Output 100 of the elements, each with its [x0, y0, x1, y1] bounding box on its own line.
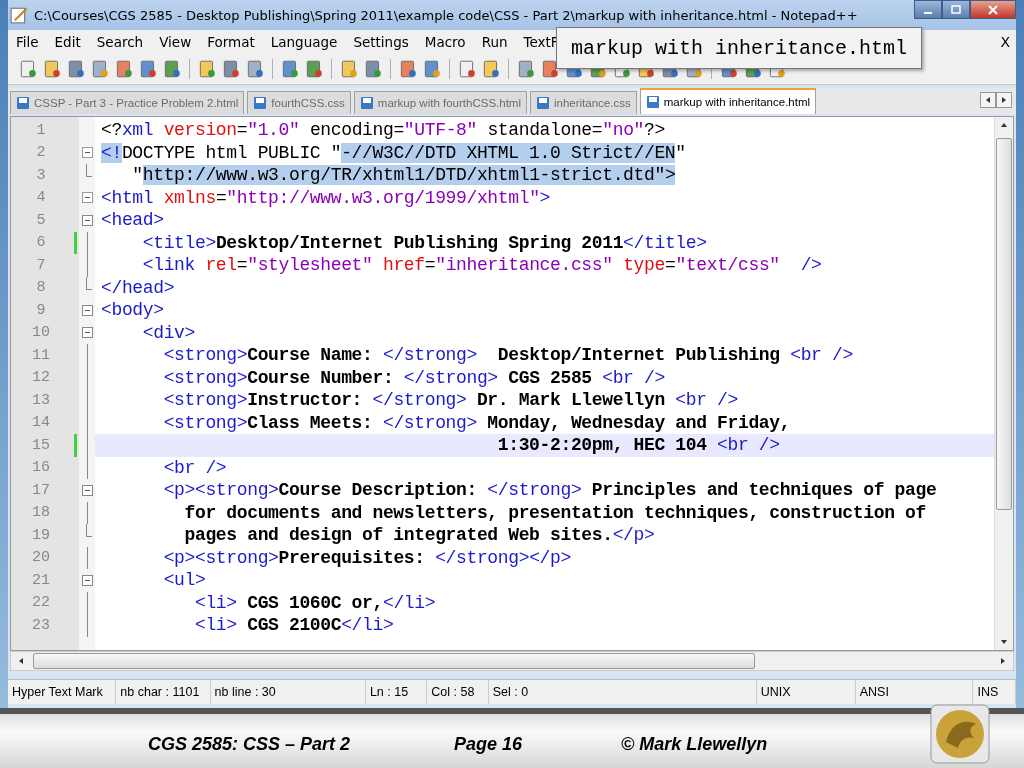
line-number: 2 — [35, 144, 47, 162]
toolbar-icon[interactable] — [422, 59, 442, 79]
code-line: <head> — [100, 209, 165, 232]
down-arrow-icon[interactable] — [1000, 638, 1008, 646]
code-line: <!DOCTYPE html PUBLIC "-//W3C//DTD XHTML 1.0 Strict//EN" — [100, 141, 687, 164]
file-tab[interactable]: CSSP - Part 3 - Practice Problem 2.html — [10, 91, 245, 114]
fold-toggle-icon[interactable] — [81, 574, 93, 586]
code-line: <div> — [141, 321, 196, 344]
code-line: <link rel="stylesheet" href="inheritance.css" type="text/css" /> — [141, 254, 823, 277]
menu-item[interactable]: Format — [199, 34, 263, 50]
toolbar-icon[interactable] — [363, 59, 383, 79]
toolbar-icon[interactable] — [66, 59, 86, 79]
toolbar-icon[interactable] — [457, 59, 477, 79]
code-line: <br /> — [162, 456, 228, 479]
line-number: 19 — [31, 526, 51, 544]
toolbar-icon[interactable] — [280, 59, 300, 79]
fold-toggle-icon[interactable] — [81, 147, 93, 159]
line-number: 16 — [31, 459, 51, 477]
toolbar-icon[interactable] — [90, 59, 110, 79]
status-field: Sel : 0 — [488, 680, 757, 704]
line-number: 3 — [35, 166, 47, 184]
right-arrow-icon — [1000, 96, 1008, 104]
up-arrow-icon[interactable] — [1000, 121, 1008, 129]
menu-item[interactable]: Edit — [46, 34, 89, 50]
status-field: Ln : 15 — [365, 680, 428, 704]
line-number: 20 — [31, 549, 51, 567]
toolbar-icon[interactable] — [197, 59, 217, 79]
line-number: 9 — [35, 301, 47, 319]
fold-toggle-icon[interactable] — [81, 192, 93, 204]
file-tab[interactable]: markup with fourthCSS.html — [353, 91, 527, 114]
line-number: 8 — [35, 279, 47, 297]
fold-toggle-icon[interactable] — [81, 214, 93, 226]
toolbar-icon[interactable] — [114, 59, 134, 79]
code-line: <?xml version="1.0" encoding="UTF-8" standalone="no"?> — [100, 119, 666, 142]
fold-toggle-icon[interactable] — [81, 484, 93, 496]
toolbar-icon[interactable] — [162, 59, 182, 79]
file-tab[interactable]: markup with inheritance.html — [639, 88, 817, 114]
code-line: <strong>Course Name: </strong> Desktop/Internet Publishing <br /> — [162, 344, 854, 367]
toolbar-icon[interactable] — [540, 59, 560, 79]
line-number: 6 — [35, 234, 47, 252]
menu-item[interactable]: Search — [88, 34, 152, 50]
code-line: "http://www.w3.org/TR/xhtml1/DTD/xhtml1-strict.dtd"> — [131, 164, 677, 187]
toolbar-icon[interactable] — [18, 59, 38, 79]
toolbar-icon[interactable] — [481, 59, 501, 79]
fold-toggle-icon[interactable] — [81, 327, 93, 339]
maximize-icon — [951, 4, 961, 15]
line-number: 1 — [35, 121, 47, 139]
toolbar-icon[interactable] — [516, 59, 536, 79]
window-title: C:\Courses\CGS 2585 - Desktop Publishing\Spring 2011\example code\CSS - Part 2\markup with inheritance.html - Notepad++ — [34, 7, 859, 23]
code-line: <li> CGS 1060C or,</li> — [193, 591, 437, 614]
line-number: 15 — [31, 436, 51, 454]
line-number: 22 — [31, 594, 51, 612]
scroll-thumb[interactable] — [996, 137, 1012, 510]
file-tab[interactable]: inheritance.css — [530, 91, 637, 114]
close-icon — [988, 4, 998, 15]
menu-item[interactable]: View — [151, 34, 200, 50]
status-field: Hyper Text Mark — [8, 680, 117, 704]
code-line: <li> CGS 2100C</li> — [193, 614, 395, 637]
fold-toggle-icon[interactable] — [81, 304, 93, 316]
file-tab[interactable]: fourthCSS.css — [247, 91, 351, 114]
status-field: nb line : 30 — [210, 680, 366, 704]
line-number: 23 — [31, 616, 51, 634]
line-number: 5 — [35, 211, 47, 229]
code-line: <title>Desktop/Internet Publishing Spring 2011</title> — [141, 231, 708, 254]
text-area[interactable] — [11, 117, 994, 650]
minimize-button[interactable] — [914, 0, 942, 19]
code-line: </head> — [100, 276, 176, 299]
toolbar-icon[interactable] — [304, 59, 324, 79]
close-button[interactable] — [970, 0, 1016, 19]
page-number: Page 16 — [454, 733, 523, 755]
author-label: © Mark Llewellyn — [621, 733, 768, 755]
close-document-button[interactable]: X — [1000, 34, 1010, 50]
toolbar-icon[interactable] — [339, 59, 359, 79]
toolbar-icon[interactable] — [221, 59, 241, 79]
menu-item[interactable]: Macro — [416, 34, 474, 50]
left-arrow-icon — [984, 96, 992, 104]
scroll-thumb[interactable] — [33, 653, 755, 669]
maximize-button[interactable] — [942, 0, 970, 19]
left-arrow-icon[interactable] — [17, 657, 25, 665]
code-line: for documents and newsletters, presentation techniques, construction of — [183, 501, 927, 524]
code-line: pages and design of integrated Web sites.</p> — [183, 524, 656, 547]
line-number: 7 — [35, 256, 47, 274]
toolbar-icon[interactable] — [138, 59, 158, 79]
vertical-scrollbar[interactable] — [994, 117, 1013, 650]
horizontal-scrollbar[interactable] — [10, 651, 1014, 671]
menu-item[interactable]: File — [8, 34, 47, 50]
code-line: <p><strong>Prerequisites: </strong></p> — [162, 546, 572, 569]
line-number: 21 — [31, 571, 51, 589]
right-arrow-icon[interactable] — [999, 657, 1007, 665]
tab-scroll-right-button[interactable] — [996, 92, 1012, 108]
status-field: Col : 58 — [427, 680, 489, 704]
menu-item[interactable]: Settings — [345, 34, 417, 50]
toolbar-icon[interactable] — [245, 59, 265, 79]
toolbar-icon[interactable] — [398, 59, 418, 79]
code-line: <strong>Course Number: </strong> CGS 2585 <br /> — [162, 366, 666, 389]
toolbar-icon[interactable] — [42, 59, 62, 79]
menu-item[interactable]: Language — [262, 34, 346, 50]
status-field: UNIX — [756, 680, 856, 704]
menu-item[interactable]: Run — [473, 34, 516, 50]
tab-scroll-left-button[interactable] — [980, 92, 996, 108]
